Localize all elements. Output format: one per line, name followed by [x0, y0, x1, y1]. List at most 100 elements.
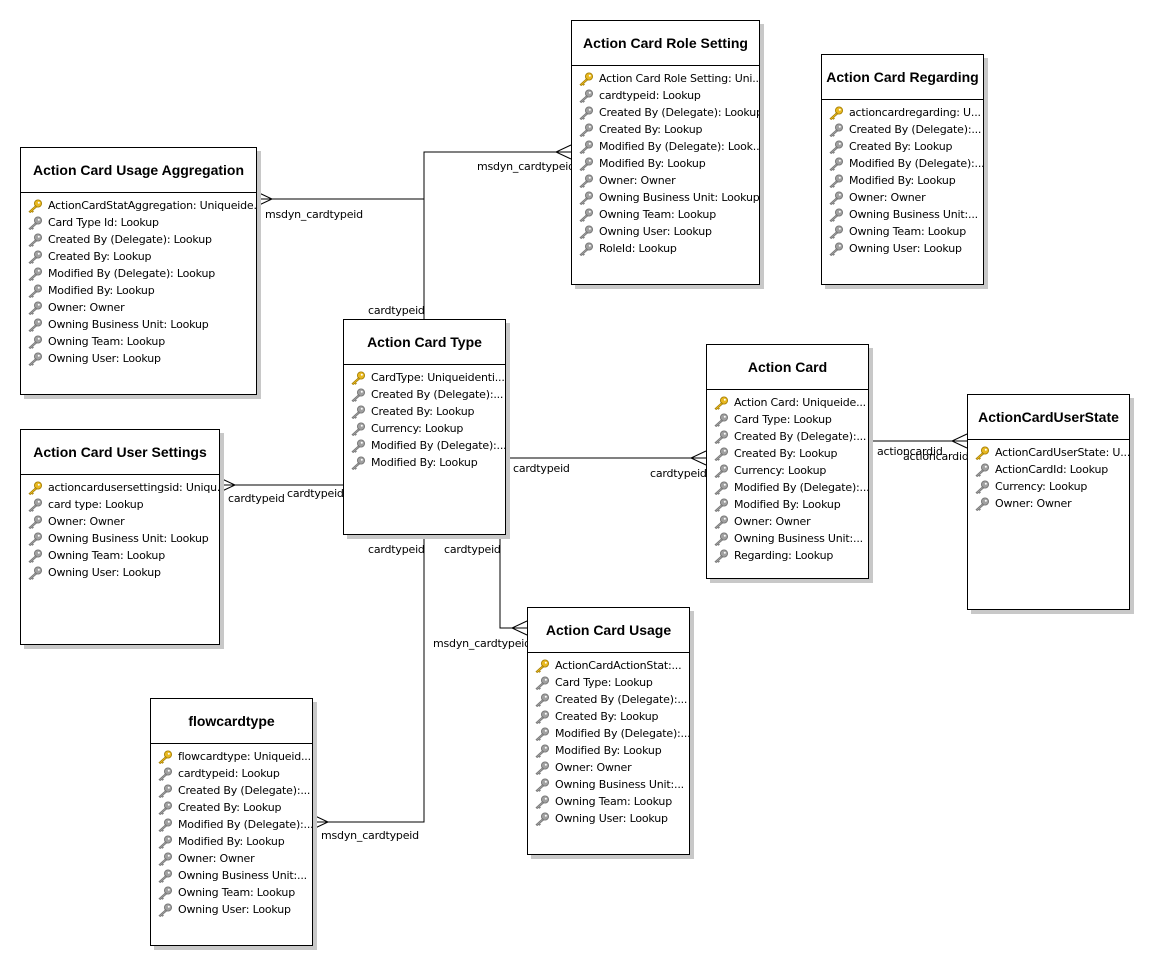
foreign-key-icon: [829, 225, 843, 239]
entity-field[interactable]: Modified By: Lookup: [27, 282, 256, 299]
entity-field[interactable]: Modified By: Lookup: [534, 742, 689, 759]
entity-field[interactable]: Modified By: Lookup: [828, 172, 983, 189]
entity-field[interactable]: Owning Business Unit:...: [713, 530, 868, 547]
entity-field[interactable]: Currency: Lookup: [350, 420, 505, 437]
entity-field[interactable]: Modified By: Lookup: [350, 454, 505, 471]
entity-field[interactable]: Owner: Owner: [828, 189, 983, 206]
entity-field[interactable]: Currency: Lookup: [713, 462, 868, 479]
entity-field[interactable]: Owner: Owner: [157, 850, 312, 867]
entity-flowcardtype[interactable]: flowcardtype flowcardtype: Uniqueid... car…: [150, 698, 313, 946]
primary-key-icon: [158, 750, 172, 764]
entity-field[interactable]: Owner: Owner: [534, 759, 689, 776]
entity-field[interactable]: Created By: Lookup: [350, 403, 505, 420]
entity-field[interactable]: Created By: Lookup: [534, 708, 689, 725]
field-label: Created By: Lookup: [599, 123, 703, 136]
entity-action-card-usage-aggregation[interactable]: Action Card Usage Aggregation ActionCardS…: [20, 147, 257, 395]
entity-field[interactable]: ActionCardStatAggregation: Uniqueide...: [27, 197, 256, 214]
entity-field[interactable]: Owning Team: Lookup: [157, 884, 312, 901]
entity-field[interactable]: Owner: Owner: [578, 172, 759, 189]
entity-field[interactable]: Owning Team: Lookup: [534, 793, 689, 810]
entity-field[interactable]: actioncardregarding: U...: [828, 104, 983, 121]
entity-field[interactable]: RoleId: Lookup: [578, 240, 759, 257]
entity-action-card-usage[interactable]: Action Card Usage ActionCardActionStat:..…: [527, 607, 690, 855]
entity-field[interactable]: ActionCardActionStat:...: [534, 657, 689, 674]
entity-field[interactable]: Owning Business Unit: Lookup: [578, 189, 759, 206]
entity-field[interactable]: Owning User: Lookup: [27, 564, 219, 581]
entity-field[interactable]: Created By: Lookup: [828, 138, 983, 155]
entity-field[interactable]: Created By: Lookup: [27, 248, 256, 265]
entity-field[interactable]: Owner: Owner: [974, 495, 1129, 512]
entity-field[interactable]: Created By (Delegate):...: [157, 782, 312, 799]
entity-field[interactable]: Created By (Delegate): Lookup: [27, 231, 256, 248]
entity-field[interactable]: Modified By: Lookup: [578, 155, 759, 172]
entity-field[interactable]: Owner: Owner: [27, 513, 219, 530]
field-label: Modified By (Delegate): Lookup: [48, 267, 216, 280]
field-label: Created By: Lookup: [734, 447, 838, 460]
entity-action-card-role-setting[interactable]: Action Card Role Setting Action Card Role…: [571, 20, 760, 285]
entity-field[interactable]: cardtypeid: Lookup: [157, 765, 312, 782]
entity-action-card-user-state[interactable]: ActionCardUserState ActionCardUserState: …: [967, 394, 1130, 610]
entity-field[interactable]: Modified By: Lookup: [157, 833, 312, 850]
relationship-label: actioncardid: [903, 450, 969, 463]
entity-field[interactable]: Action Card: Uniqueide...: [713, 394, 868, 411]
entity-field[interactable]: Owning Business Unit:...: [534, 776, 689, 793]
entity-field[interactable]: Created By (Delegate):...: [828, 121, 983, 138]
entity-field[interactable]: Owning User: Lookup: [27, 350, 256, 367]
entity-field[interactable]: Created By (Delegate):...: [350, 386, 505, 403]
entity-field[interactable]: actioncardusersettingsid: Uniqu...: [27, 479, 219, 496]
entity-field[interactable]: Created By: Lookup: [157, 799, 312, 816]
entity-field[interactable]: Owning User: Lookup: [578, 223, 759, 240]
entity-field[interactable]: Modified By (Delegate): Lookup: [27, 265, 256, 282]
field-label: flowcardtype: Uniqueid...: [178, 750, 311, 763]
entity-field[interactable]: Owning Business Unit:...: [157, 867, 312, 884]
entity-action-card-regarding[interactable]: Action Card Regarding actioncardregarding…: [821, 54, 984, 285]
entity-action-card-user-settings[interactable]: Action Card User Settings actioncardusers…: [20, 429, 220, 645]
entity-field[interactable]: Owning User: Lookup: [157, 901, 312, 918]
entity-field[interactable]: flowcardtype: Uniqueid...: [157, 748, 312, 765]
entity-field[interactable]: Modified By (Delegate): Look...: [578, 138, 759, 155]
field-label: Owning Business Unit:...: [849, 208, 978, 221]
entity-field[interactable]: Currency: Lookup: [974, 478, 1129, 495]
entity-field[interactable]: Modified By (Delegate):...: [350, 437, 505, 454]
entity-field[interactable]: Created By (Delegate): Lookup: [578, 104, 759, 121]
entity-field[interactable]: CardType: Uniqueidenti...: [350, 369, 505, 386]
entity-field[interactable]: Created By (Delegate):...: [713, 428, 868, 445]
entity-field[interactable]: Card Type: Lookup: [713, 411, 868, 428]
entity-field[interactable]: Owning Business Unit: Lookup: [27, 316, 256, 333]
entity-field[interactable]: ActionCardUserState: U...: [974, 444, 1129, 461]
entity-field[interactable]: Created By: Lookup: [713, 445, 868, 462]
entity-action-card[interactable]: Action Card Action Card: Uniqueide... Card…: [706, 344, 869, 579]
entity-field[interactable]: Owning Team: Lookup: [27, 547, 219, 564]
foreign-key-icon: [829, 242, 843, 256]
entity-field[interactable]: Owning Team: Lookup: [27, 333, 256, 350]
entity-field[interactable]: Owner: Owner: [27, 299, 256, 316]
entity-field[interactable]: Modified By: Lookup: [713, 496, 868, 513]
entity-field[interactable]: Action Card Role Setting: Uni...: [578, 70, 759, 87]
entity-field[interactable]: Card Type: Lookup: [534, 674, 689, 691]
entity-field[interactable]: cardtypeid: Lookup: [578, 87, 759, 104]
entity-action-card-type[interactable]: Action Card Type CardType: Uniqueidenti..…: [343, 319, 506, 535]
entity-field[interactable]: ActionCardId: Lookup: [974, 461, 1129, 478]
entity-field[interactable]: Card Type Id: Lookup: [27, 214, 256, 231]
foreign-key-icon: [28, 515, 42, 529]
relationship-label: cardtypeid: [513, 462, 570, 475]
field-label: Modified By (Delegate):...: [178, 818, 312, 831]
entity-field[interactable]: Modified By (Delegate):...: [534, 725, 689, 742]
entity-field[interactable]: Created By (Delegate):...: [534, 691, 689, 708]
entity-field[interactable]: Created By: Lookup: [578, 121, 759, 138]
entity-field[interactable]: card type: Lookup: [27, 496, 219, 513]
entity-field[interactable]: Owning Team: Lookup: [828, 223, 983, 240]
entity-field[interactable]: Modified By (Delegate):...: [828, 155, 983, 172]
entity-field[interactable]: Owning Business Unit: Lookup: [27, 530, 219, 547]
entity-field[interactable]: Owning Team: Lookup: [578, 206, 759, 223]
entity-field[interactable]: Modified By (Delegate):...: [713, 479, 868, 496]
entity-field[interactable]: Owner: Owner: [713, 513, 868, 530]
entity-field[interactable]: Owning Business Unit:...: [828, 206, 983, 223]
entity-field[interactable]: Modified By (Delegate):...: [157, 816, 312, 833]
primary-key-icon: [714, 396, 728, 410]
entity-field[interactable]: Owning User: Lookup: [534, 810, 689, 827]
foreign-key-icon: [351, 422, 365, 436]
entity-field[interactable]: Owning User: Lookup: [828, 240, 983, 257]
entity-field[interactable]: Regarding: Lookup: [713, 547, 868, 564]
foreign-key-icon: [714, 532, 728, 546]
